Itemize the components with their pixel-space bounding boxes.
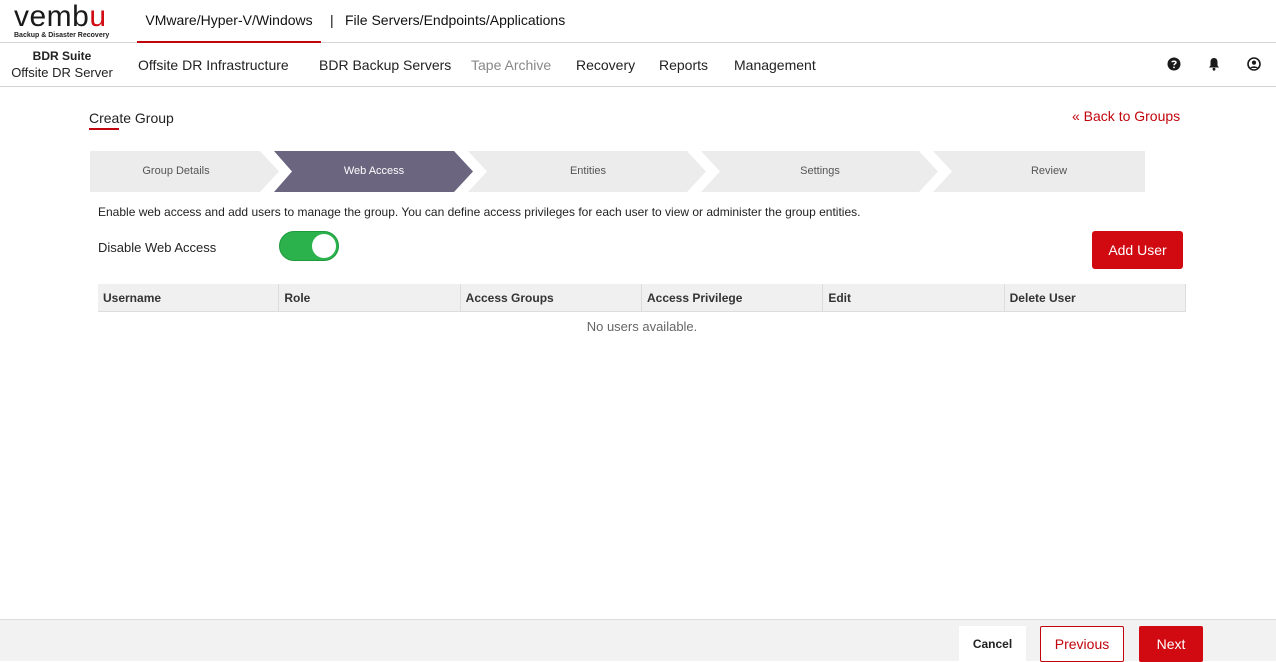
nav-recovery[interactable]: Recovery bbox=[576, 43, 635, 87]
logo-tagline: Backup & Disaster Recovery bbox=[14, 32, 110, 39]
previous-button[interactable]: Previous bbox=[1040, 626, 1124, 662]
wizard-stepper: Group Details Web Access Entities Settin… bbox=[90, 151, 1145, 192]
disable-web-access-label: Disable Web Access bbox=[98, 240, 217, 255]
column-edit[interactable]: Edit bbox=[822, 284, 1003, 311]
empty-table-message: No users available. bbox=[586, 319, 698, 334]
bell-icon[interactable] bbox=[1207, 57, 1221, 71]
back-to-groups-link[interactable]: « Back to Groups bbox=[1072, 108, 1180, 124]
cancel-button[interactable]: Cancel bbox=[959, 626, 1026, 662]
logo-wordmark: vembu bbox=[14, 0, 107, 33]
column-username[interactable]: Username bbox=[98, 284, 278, 311]
wizard-footer: Cancel Previous Next bbox=[0, 619, 1276, 662]
nav-reports[interactable]: Reports bbox=[659, 43, 708, 87]
column-delete-user[interactable]: Delete User bbox=[1003, 284, 1186, 311]
step-web-access[interactable]: Web Access bbox=[280, 151, 468, 191]
product-tab-file-servers[interactable]: File Servers/Endpoints/Applications bbox=[345, 0, 565, 43]
next-button[interactable]: Next bbox=[1139, 626, 1203, 662]
product-separator: | bbox=[330, 12, 334, 28]
title-underline bbox=[89, 128, 119, 130]
users-table: Username Role Access Groups Access Privi… bbox=[98, 284, 1186, 342]
top-product-bar: vembu Backup & Disaster Recovery VMware/… bbox=[0, 0, 1276, 43]
main-navbar: BDR Suite Offsite DR Server Offsite DR I… bbox=[0, 43, 1276, 87]
user-icon[interactable] bbox=[1247, 57, 1261, 71]
page-title: Create Group bbox=[89, 110, 174, 126]
step-group-details[interactable]: Group Details bbox=[90, 151, 262, 191]
toggle-knob bbox=[312, 234, 336, 258]
vembu-logo[interactable]: vembu Backup & Disaster Recovery bbox=[14, 0, 114, 40]
suite-server: Offsite DR Server bbox=[11, 65, 113, 80]
nav-bdr-backup-servers[interactable]: BDR Backup Servers bbox=[319, 43, 451, 87]
step-entities[interactable]: Entities bbox=[474, 151, 702, 191]
web-access-toggle[interactable] bbox=[279, 231, 339, 261]
help-icon[interactable] bbox=[1167, 57, 1181, 71]
suite-identity: BDR Suite Offsite DR Server bbox=[0, 49, 124, 81]
step-review[interactable]: Review bbox=[939, 151, 1159, 191]
column-access-groups[interactable]: Access Groups bbox=[459, 284, 641, 311]
suite-name: BDR Suite bbox=[32, 49, 92, 63]
step-settings[interactable]: Settings bbox=[707, 151, 933, 191]
column-role[interactable]: Role bbox=[278, 284, 459, 311]
nav-management[interactable]: Management bbox=[734, 43, 816, 87]
nav-tape-archive[interactable]: Tape Archive bbox=[471, 43, 551, 87]
table-header-row: Username Role Access Groups Access Privi… bbox=[98, 284, 1186, 312]
nav-offsite-dr-infrastructure[interactable]: Offsite DR Infrastructure bbox=[138, 43, 289, 87]
add-user-button[interactable]: Add User bbox=[1092, 231, 1183, 269]
product-tab-vmware[interactable]: VMware/Hyper-V/Windows bbox=[137, 0, 321, 43]
web-access-description: Enable web access and add users to manag… bbox=[98, 205, 861, 219]
column-access-privilege[interactable]: Access Privilege bbox=[640, 284, 822, 311]
